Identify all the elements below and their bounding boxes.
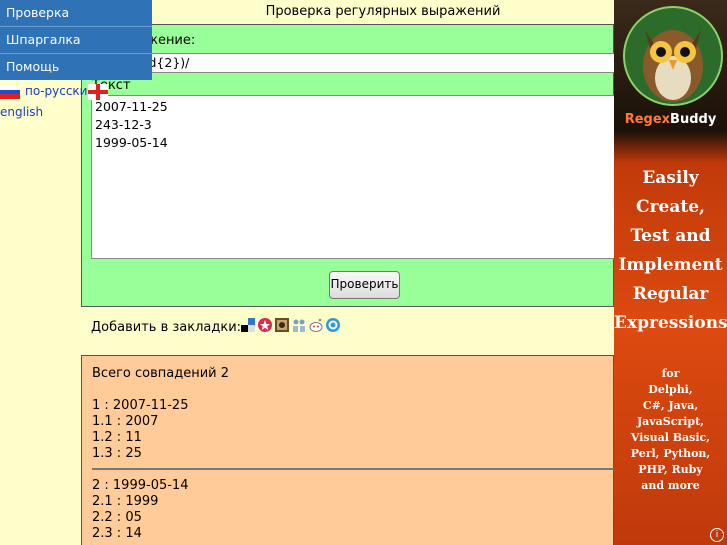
bookmark-photo-icon[interactable] [275, 318, 289, 332]
russian-flag-icon[interactable] [0, 85, 20, 99]
english-flag-icon[interactable] [88, 84, 108, 100]
page-title: Проверка регулярных выражений [265, 4, 501, 19]
reddit-icon[interactable] [309, 318, 323, 332]
match-line: 2.2 : 05 [92, 510, 142, 525]
results-panel: Всего совпадений 2 1 : 2007-11-25 1.1 : … [81, 355, 615, 545]
match-line: 2.3 : 14 [92, 526, 142, 541]
regexbuddy-ad-banner[interactable]: RegexBuddy Easily Create, Test and Imple… [614, 0, 727, 545]
match-line: 2.1 : 1999 [92, 494, 159, 509]
nav-item-help[interactable]: Помощь [0, 54, 152, 80]
check-button[interactable]: Проверить [329, 271, 400, 299]
stumbleupon-icon[interactable] [326, 318, 340, 332]
match-line: 2 : 1999-05-14 [92, 478, 189, 493]
nav-item-cheatsheet[interactable]: Шпаргалка [0, 27, 152, 54]
regex-input[interactable]: \d{2})-(\d{2})/ [91, 53, 621, 73]
ad-headline: Easily Create, Test and Implement Regula… [614, 168, 727, 333]
bookmark-people-icon[interactable] [292, 318, 306, 332]
match-line: 1.3 : 25 [92, 446, 142, 461]
nav-item-check[interactable]: Проверка [0, 0, 152, 27]
match-line: 1.2 : 11 [92, 430, 142, 445]
bookmark-star-icon[interactable] [258, 318, 272, 332]
ad-brand: RegexBuddy [624, 112, 717, 127]
match-count: Всего совпадений 2 [92, 366, 229, 381]
regex-form: ое выражение: \d{2})-(\d{2})/ Текст 2007… [81, 24, 621, 307]
owl-logo-icon [623, 6, 723, 106]
delicious-icon[interactable] [241, 318, 255, 332]
left-nav-menu: Проверка Шпаргалка Помощь [0, 0, 152, 80]
bookmarks-label: Добавить в закладки: [91, 320, 242, 335]
test-text-area[interactable]: 2007-11-25 243-12-3 1999-05-14 [91, 95, 621, 259]
result-divider [92, 468, 615, 470]
lang-link-russian[interactable]: по-русски [25, 84, 87, 98]
lang-link-english[interactable]: english [0, 105, 43, 119]
match-line: 1 : 2007-11-25 [92, 398, 189, 413]
match-line: 1.1 : 2007 [92, 414, 159, 429]
ad-languages: for Delphi, C#, Java, JavaScript, Visual… [630, 367, 711, 492]
ad-info-icon[interactable]: i [710, 528, 724, 542]
